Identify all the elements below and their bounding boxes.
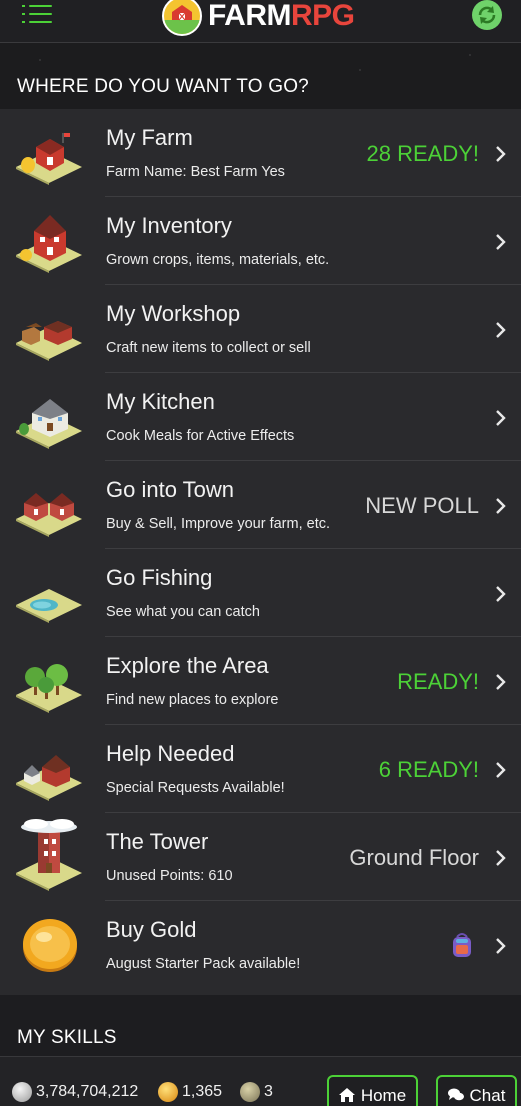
list-item-my-farm[interactable]: My Farm Farm Name: Best Farm Yes 28 READ… bbox=[0, 109, 521, 197]
logo-text: FARMRPG bbox=[208, 0, 355, 33]
list-item-help-needed[interactable]: Help Needed Special Requests Available! … bbox=[0, 725, 521, 813]
gold-currency: 1,365 bbox=[158, 1082, 222, 1102]
item-subtitle: Grown crops, items, materials, etc. bbox=[106, 252, 330, 268]
chevron-right-icon bbox=[496, 498, 506, 514]
ancient-amount: 3 bbox=[264, 1083, 273, 1100]
chevron-right-icon bbox=[496, 146, 506, 162]
menu-icon[interactable] bbox=[22, 3, 52, 23]
silver-coin-icon bbox=[12, 1082, 32, 1102]
item-title: My Kitchen bbox=[106, 389, 215, 414]
item-subtitle: Craft new items to collect or sell bbox=[106, 340, 311, 356]
list-item-go-into-town[interactable]: Go into Town Buy & Sell, Improve your fa… bbox=[0, 461, 521, 549]
home-icon bbox=[338, 1088, 355, 1102]
item-title: Buy Gold bbox=[106, 917, 197, 942]
home-button[interactable]: Home bbox=[327, 1075, 418, 1106]
silver-amount: 3,784,704,212 bbox=[36, 1083, 139, 1100]
item-subtitle: Farm Name: Best Farm Yes bbox=[106, 164, 285, 180]
gold-coin-icon bbox=[158, 1082, 178, 1102]
help-icon bbox=[14, 737, 84, 801]
item-title: My Inventory bbox=[106, 213, 232, 238]
item-subtitle: Buy & Sell, Improve your farm, etc. bbox=[106, 516, 331, 532]
ancient-coin-icon bbox=[240, 1082, 260, 1102]
app-logo[interactable]: FARMRPG bbox=[162, 0, 355, 36]
list-item-my-inventory[interactable]: My Inventory Grown crops, items, materia… bbox=[0, 197, 521, 285]
item-title: My Workshop bbox=[106, 301, 241, 326]
town-icon bbox=[14, 473, 84, 537]
item-title: The Tower bbox=[106, 829, 209, 854]
item-title: Go into Town bbox=[106, 477, 235, 502]
item-subtitle: Find new places to explore bbox=[106, 692, 279, 708]
home-label: Home bbox=[360, 1086, 407, 1105]
tower-icon bbox=[14, 819, 84, 891]
list-item-go-fishing[interactable]: Go Fishing See what you can catch bbox=[0, 549, 521, 637]
list-item-my-workshop[interactable]: My Workshop Craft new items to collect o… bbox=[0, 285, 521, 373]
item-title: Explore the Area bbox=[106, 653, 269, 678]
kitchen-icon bbox=[14, 385, 84, 449]
list-item-my-kitchen[interactable]: My Kitchen Cook Meals for Active Effects bbox=[0, 373, 521, 461]
refresh-icon[interactable] bbox=[472, 0, 502, 30]
silver-currency: 3,784,704,212 bbox=[12, 1082, 138, 1102]
inventory-icon bbox=[14, 209, 84, 273]
explore-icon bbox=[14, 649, 84, 713]
chevron-right-icon bbox=[496, 674, 506, 690]
gold-coin-icon bbox=[20, 915, 80, 975]
chat-button[interactable]: Chat bbox=[436, 1075, 517, 1106]
farm-icon bbox=[14, 121, 84, 185]
workshop-icon bbox=[14, 297, 84, 361]
item-status: READY! bbox=[397, 669, 479, 694]
item-subtitle: August Starter Pack available! bbox=[106, 956, 301, 972]
section-title-where: WHERE DO YOU WANT TO GO? bbox=[17, 76, 309, 97]
logo-farm: FARM bbox=[208, 0, 292, 32]
gold-amount: 1,365 bbox=[182, 1083, 223, 1100]
fishing-icon bbox=[14, 561, 84, 625]
chat-icon bbox=[447, 1088, 464, 1101]
item-subtitle: Unused Points: 610 bbox=[106, 868, 233, 884]
section-title-skills: MY SKILLS bbox=[17, 1027, 117, 1048]
location-list: My Farm Farm Name: Best Farm Yes 28 READ… bbox=[0, 109, 521, 995]
barn-logo-icon bbox=[162, 0, 202, 36]
item-status: NEW POLL bbox=[365, 493, 479, 518]
ancient-currency: 3 bbox=[240, 1082, 273, 1102]
item-status: Ground Floor bbox=[349, 845, 479, 870]
item-status: 6 READY! bbox=[378, 757, 479, 782]
item-subtitle: Special Requests Available! bbox=[106, 780, 285, 796]
list-item-the-tower[interactable]: The Tower Unused Points: 610 Ground Floo… bbox=[0, 813, 521, 901]
item-title: Go Fishing bbox=[106, 565, 213, 590]
chevron-right-icon bbox=[496, 234, 506, 250]
item-title: Help Needed bbox=[106, 741, 235, 766]
chat-label: Chat bbox=[469, 1086, 506, 1105]
chevron-right-icon bbox=[496, 938, 506, 954]
logo-rpg: RPG bbox=[291, 0, 355, 32]
item-title: My Farm bbox=[106, 125, 193, 150]
top-bar: FARMRPG bbox=[0, 0, 521, 43]
chevron-right-icon bbox=[496, 762, 506, 778]
list-item-explore-the-area[interactable]: Explore the Area Find new places to expl… bbox=[0, 637, 521, 725]
item-status: 28 READY! bbox=[366, 141, 480, 166]
list-item-buy-gold[interactable]: Buy Gold August Starter Pack available! bbox=[0, 901, 521, 989]
backpack-icon bbox=[450, 931, 474, 959]
chevron-right-icon bbox=[496, 586, 506, 602]
chevron-right-icon bbox=[496, 410, 506, 426]
chevron-right-icon bbox=[496, 322, 506, 338]
item-subtitle: See what you can catch bbox=[106, 604, 260, 620]
chevron-right-icon bbox=[496, 850, 506, 866]
item-subtitle: Cook Meals for Active Effects bbox=[106, 428, 295, 444]
